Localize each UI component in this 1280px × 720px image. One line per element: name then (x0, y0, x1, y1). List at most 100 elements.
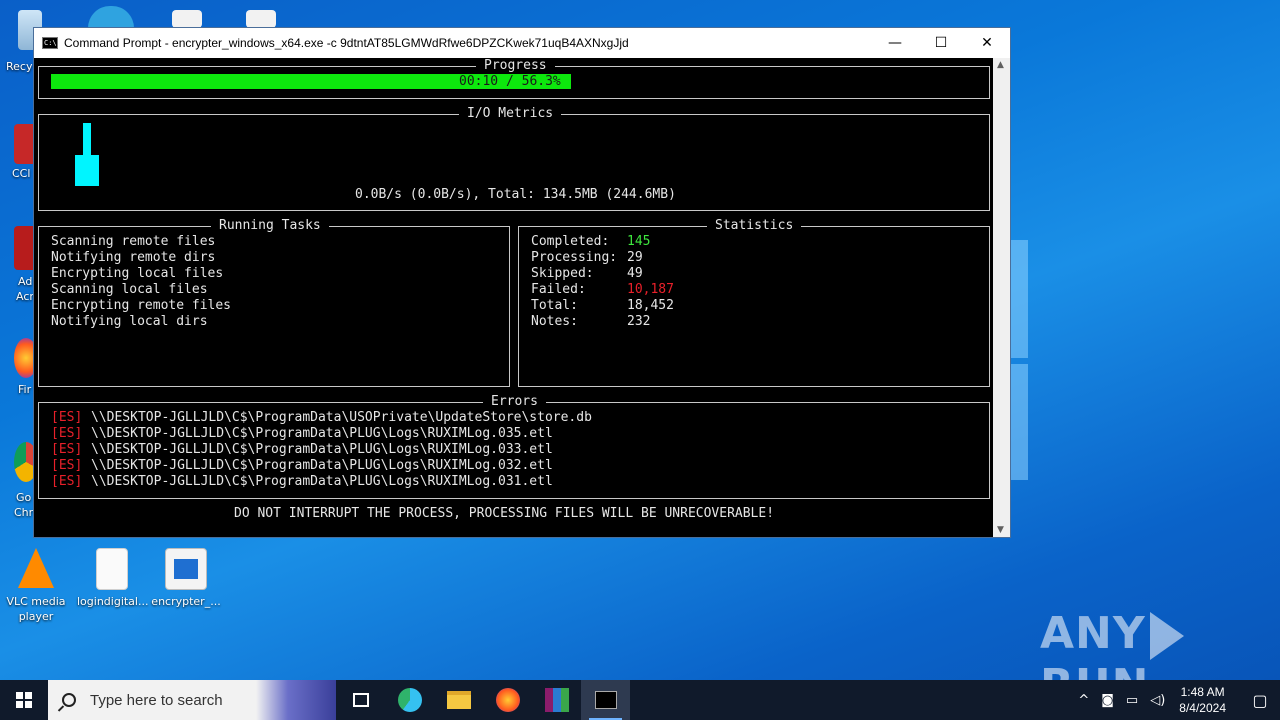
vlc-icon (18, 548, 54, 588)
stat-label: Processing: (531, 250, 618, 265)
system-tray: ^ ◙ ▭ ◁) 1:48 AM 8/4/2024 ▢ (1072, 680, 1280, 720)
desktop-icon-logindigital[interactable]: logindigital... (77, 548, 149, 609)
window-title: Command Prompt - encrypter_windows_x64.e… (64, 36, 629, 50)
desktop-label-chrome-1: Go (16, 491, 32, 504)
taskbar-file-explorer[interactable] (434, 680, 483, 720)
edge-icon[interactable] (88, 6, 134, 28)
taskbar-edge[interactable] (385, 680, 434, 720)
taskbar-winrar[interactable] (532, 680, 581, 720)
error-path: \\DESKTOP-JGLLJLD\C$\ProgramData\PLUG\Lo… (91, 458, 553, 473)
io-metrics-title: I/O Metrics (459, 106, 562, 122)
camera-icon[interactable]: ◙ (1101, 693, 1114, 708)
task-item: Scanning local files (51, 282, 208, 297)
stat-failed-value: 10,187 (627, 282, 674, 297)
progress-title: Progress (476, 58, 555, 74)
stat-label: Notes: (531, 314, 618, 329)
folder-icon (446, 691, 471, 709)
file-icon[interactable] (172, 10, 202, 28)
taskbar-command-prompt[interactable] (581, 680, 630, 720)
taskbar-firefox[interactable] (483, 680, 532, 720)
stat-label: Completed: (531, 234, 618, 249)
task-item: Notifying remote dirs (51, 250, 216, 265)
desktop-icon-label: logindigital... (77, 595, 149, 608)
error-tag: [ES] (51, 458, 83, 473)
stat-skipped-value: 49 (627, 266, 643, 281)
windows-logo-wallpaper (1008, 240, 1032, 480)
desktop-label-firefox: Fir (18, 383, 32, 396)
running-tasks-title: Running Tasks (211, 218, 329, 234)
io-graph-bar (75, 155, 99, 186)
desktop-label-acrobat-1: Ad (18, 275, 33, 288)
stat-label: Total: (531, 298, 618, 313)
command-prompt-window[interactable]: C:\ Command Prompt - encrypter_windows_x… (33, 27, 1011, 538)
search-highlight-image (256, 680, 336, 720)
error-tag: [ES] (51, 474, 83, 489)
errors-panel: Errors [ES] \\DESKTOP-JGLLJLD\C$\Program… (38, 394, 990, 499)
volume-icon[interactable]: ◁) (1150, 693, 1165, 708)
minimize-button[interactable]: — (872, 28, 918, 58)
console-area: Progress 00:10 / 56.3% I/O Metrics 0.0B/… (34, 58, 994, 537)
desktop-icon-encrypter[interactable]: encrypter_... (151, 548, 221, 609)
scroll-down-icon[interactable]: ▼ (997, 525, 1004, 535)
io-graph-bar (83, 123, 91, 157)
task-item: Encrypting remote files (51, 298, 232, 313)
document-icon (96, 548, 128, 590)
network-icon[interactable]: ▭ (1126, 693, 1138, 708)
stat-notes-value: 232 (627, 314, 651, 329)
search-box[interactable]: Type here to search (48, 680, 336, 720)
console-icon: C:\ (42, 37, 58, 49)
desktop-label-recycle: Recy (6, 60, 33, 73)
running-tasks-panel: Running Tasks Scanning remote files Noti… (38, 218, 510, 387)
task-item: Encrypting local files (51, 266, 224, 281)
console-icon (594, 691, 617, 709)
executable-icon (165, 548, 207, 590)
errors-title: Errors (483, 394, 546, 410)
desktop-icon-label: encrypter_... (151, 595, 221, 608)
stat-label: Failed: (531, 282, 618, 297)
stat-label: Skipped: (531, 266, 618, 281)
io-metrics-panel: I/O Metrics 0.0B/s (0.0B/s), Total: 134.… (38, 106, 990, 211)
title-bar[interactable]: C:\ Command Prompt - encrypter_windows_x… (34, 28, 1010, 58)
clock[interactable]: 1:48 AM 8/4/2024 (1179, 684, 1226, 716)
notification-icon[interactable]: ▢ (1240, 680, 1280, 720)
error-path: \\DESKTOP-JGLLJLD\C$\ProgramData\PLUG\Lo… (91, 474, 553, 489)
anyrun-watermark: ANYRUN (1040, 608, 1280, 680)
statistics-panel: Statistics Completed: 145 Processing: 29… (518, 218, 990, 387)
error-tag: [ES] (51, 426, 83, 441)
maximize-button[interactable]: ☐ (918, 28, 964, 58)
clock-time: 1:48 AM (1180, 685, 1225, 699)
start-button[interactable] (0, 680, 48, 720)
task-item: Scanning remote files (51, 234, 216, 249)
search-placeholder: Type here to search (90, 691, 223, 709)
close-button[interactable]: ✕ (964, 28, 1010, 58)
winrar-icon (544, 688, 569, 712)
windows-icon (16, 692, 32, 708)
progress-text: 00:10 / 56.3% (459, 74, 561, 89)
error-path: \\DESKTOP-JGLLJLD\C$\ProgramData\USOPriv… (91, 410, 592, 425)
io-summary: 0.0B/s (0.0B/s), Total: 134.5MB (244.6MB… (355, 187, 676, 202)
firefox-icon (495, 688, 520, 712)
edge-icon (397, 688, 422, 712)
vertical-scrollbar[interactable]: ▲ ▼ (993, 58, 1010, 537)
stat-processing-value: 29 (627, 250, 643, 265)
progress-panel: Progress 00:10 / 56.3% (38, 58, 990, 99)
error-tag: [ES] (51, 410, 83, 425)
task-item: Notifying local dirs (51, 314, 208, 329)
stat-completed-value: 145 (627, 234, 651, 249)
taskbar: Type here to search ^ ◙ ▭ ◁) 1:48 AM 8/4… (0, 680, 1280, 720)
error-path: \\DESKTOP-JGLLJLD\C$\ProgramData\PLUG\Lo… (91, 426, 553, 441)
desktop-icon-vlc[interactable]: VLC media player (1, 548, 71, 624)
task-view-button[interactable] (336, 680, 385, 720)
scroll-up-icon[interactable]: ▲ (997, 60, 1004, 70)
search-icon (62, 693, 76, 707)
desktop-label-chrome-2: Chr (14, 506, 34, 519)
tray-overflow-chevron-icon[interactable]: ^ (1078, 693, 1089, 708)
clock-date: 8/4/2024 (1179, 701, 1226, 715)
warning-message: DO NOT INTERRUPT THE PROCESS, PROCESSING… (234, 506, 775, 521)
error-path: \\DESKTOP-JGLLJLD\C$\ProgramData\PLUG\Lo… (91, 442, 553, 457)
desktop-label-ccleaner: CCl (12, 167, 31, 180)
stat-total-value: 18,452 (627, 298, 674, 313)
file-icon[interactable] (246, 10, 276, 28)
task-view-icon (352, 693, 369, 707)
desktop-label-acrobat-2: Acr (16, 290, 34, 303)
